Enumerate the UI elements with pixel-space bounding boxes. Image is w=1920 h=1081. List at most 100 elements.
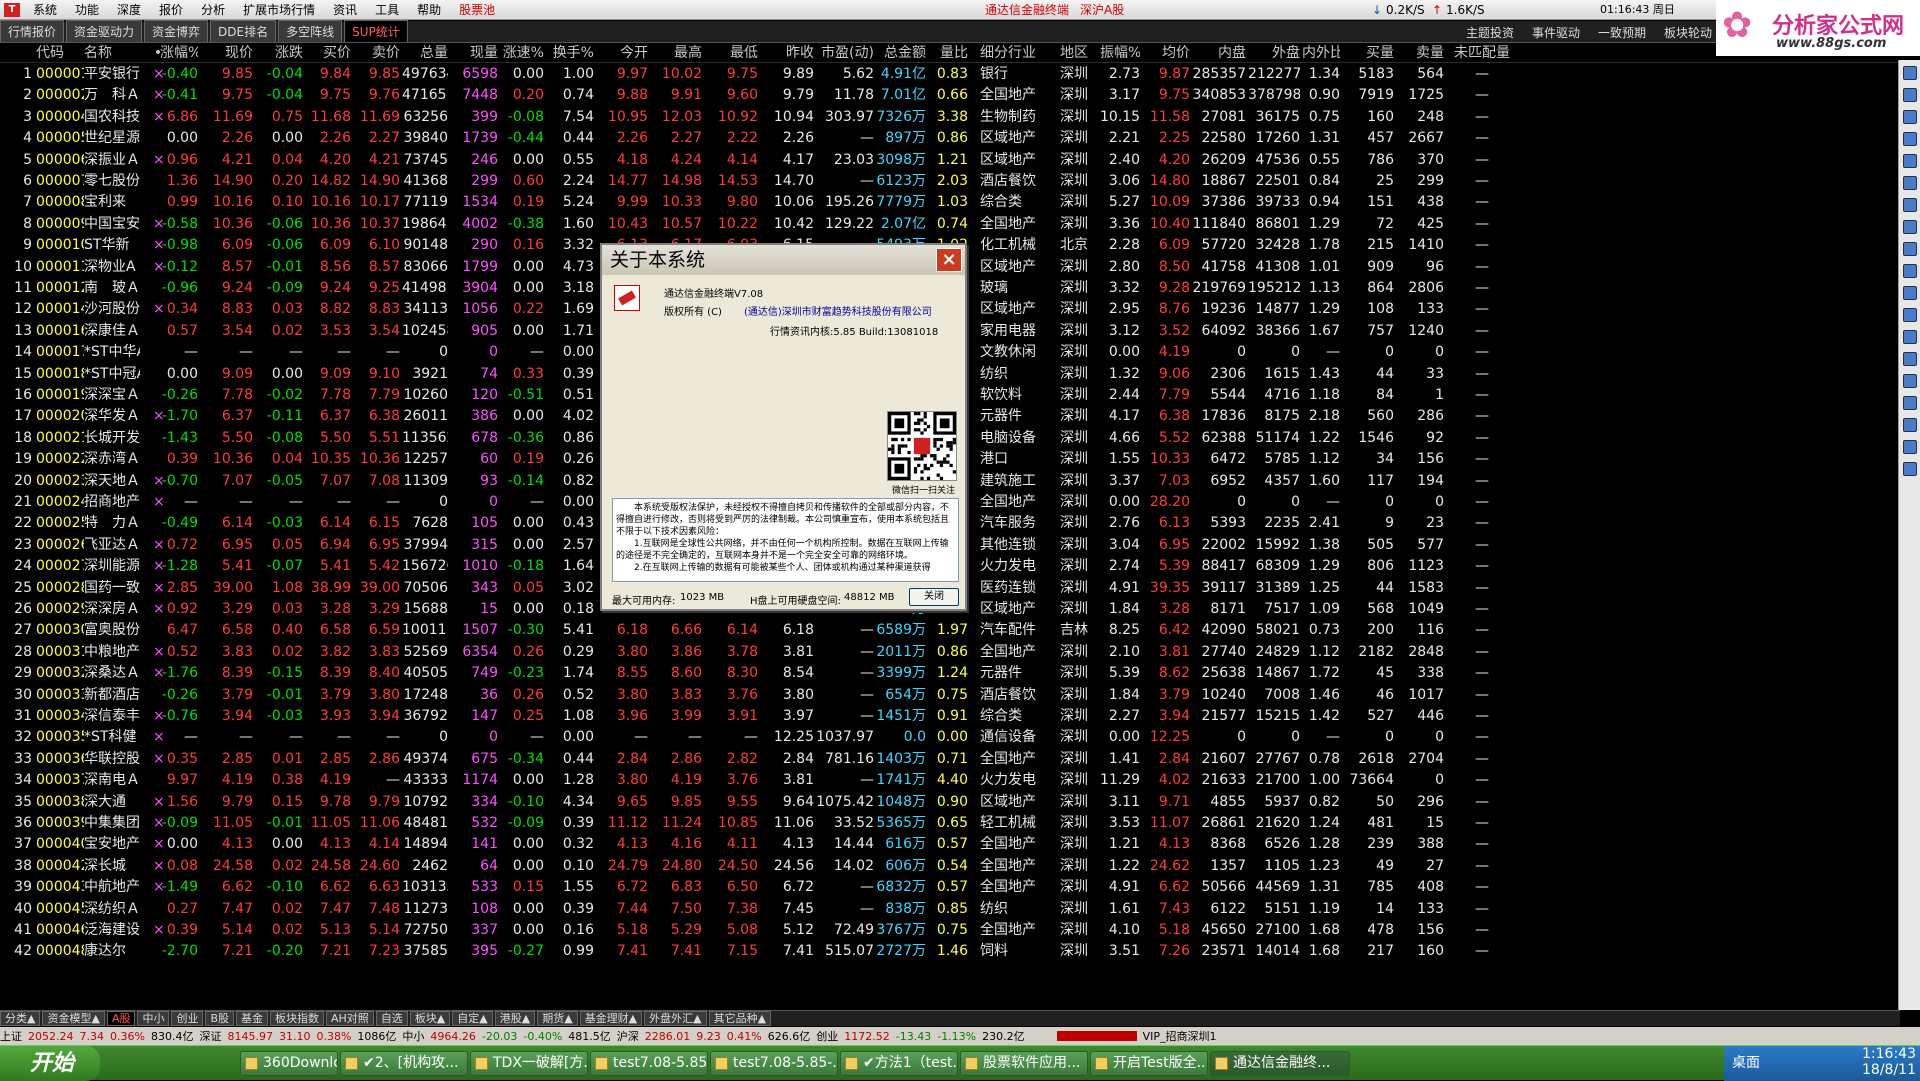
header-price[interactable]: 现价: [200, 43, 253, 63]
table-row[interactable]: 27000030富奥股份 6.47 6.58 0.40 6.58 6.59100111 15…: [0, 619, 1900, 641]
company-name[interactable]: (通达信)深圳市财富趋势科技股份有限公司: [744, 303, 932, 318]
table-row[interactable]: 40000045深纺织Ａ 0.27 7.47 0.02 7.47 7.4811273 108…: [0, 898, 1900, 920]
table-row[interactable]: 7000008宝利来 0.99 10.16 0.10 10.16 10.1777119 15…: [0, 191, 1900, 213]
toolbar-f10-icon[interactable]: [1902, 242, 1917, 256]
menu-system[interactable]: 系统: [24, 0, 66, 20]
table-row[interactable]: 42000048康达尔 -2.70 7.21 -0.20 7.21 7.2337585 39…: [0, 940, 1900, 962]
table-row[interactable]: 32000035*ST科健×—————00—0.00———12.251037.9…: [0, 726, 1900, 748]
market-tab[interactable]: 自选: [375, 1011, 408, 1026]
market-tab[interactable]: 港股▲: [494, 1011, 536, 1026]
market-tab[interactable]: 中小: [137, 1011, 170, 1026]
market-tab[interactable]: AH对照: [326, 1011, 374, 1026]
market-tab[interactable]: 其它品种▲: [708, 1011, 772, 1026]
table-row[interactable]: 37000040宝安地产×0.004.130.004.134.141489414…: [0, 833, 1900, 855]
toolbar-grid-icon[interactable]: [1902, 132, 1917, 146]
toolbar-warn-icon[interactable]: [1902, 264, 1917, 278]
close-icon[interactable]: ×: [936, 248, 962, 272]
table-row[interactable]: 3000004国农科技×6.8611.690.7511.6811.6963256…: [0, 106, 1900, 128]
header-code[interactable]: 代码: [36, 43, 84, 63]
taskbar-window-button[interactable]: ✔2、[机构攻...: [340, 1051, 468, 1076]
market-tab[interactable]: B股: [205, 1011, 235, 1026]
toolbar-calc-icon[interactable]: [1902, 352, 1917, 366]
taskbar-window-button[interactable]: 360Downloads: [240, 1051, 338, 1076]
table-row[interactable]: 4000005世纪星源0.002.260.002.262.27398401739…: [0, 127, 1900, 149]
desktop-label[interactable]: 桌面: [1732, 1052, 1760, 1072]
toolbar-settings-icon[interactable]: [1902, 440, 1917, 454]
menu-function[interactable]: 功能: [66, 0, 108, 20]
taskbar-window-button[interactable]: TDX一破解[方...: [470, 1051, 588, 1076]
header-change[interactable]: 涨跌: [255, 43, 303, 63]
tab-quote[interactable]: 行情报价: [0, 20, 65, 42]
taskbar-window-button[interactable]: test7.08-5.85-...: [590, 1051, 708, 1076]
menu-extended-market[interactable]: 扩展市场行情: [234, 0, 324, 20]
taskbar-window-button[interactable]: ✔方法1（test...: [840, 1051, 958, 1076]
toolbar-up-icon[interactable]: [1902, 66, 1917, 80]
market-tab[interactable]: 期货▲: [537, 1011, 578, 1026]
market-tab[interactable]: 创业: [171, 1011, 204, 1026]
header-amount[interactable]: 总金额: [876, 43, 926, 63]
table-row[interactable]: 35000038深大通×1.569.790.159.789.7910792334…: [0, 791, 1900, 813]
table-row[interactable]: 34000037深南电Ａ9.974.190.384.19—4333311740.…: [0, 769, 1900, 791]
menu-info[interactable]: 资讯: [324, 0, 366, 20]
toolbar-trend-icon[interactable]: [1902, 176, 1917, 190]
header-avg-price[interactable]: 均价: [1142, 43, 1190, 63]
header-name[interactable]: 名称: [84, 43, 140, 63]
header-low[interactable]: 最低: [704, 43, 758, 63]
table-row[interactable]: 1000001平安银行×-0.409.85-0.049.849.85497634…: [0, 63, 1900, 85]
table-row[interactable]: 2000002万 科Ａ×-0.419.75-0.049.759.76471651…: [0, 84, 1900, 106]
menu-stock-pool[interactable]: 股票池: [450, 0, 504, 20]
toolbar-lock-icon[interactable]: [1902, 418, 1917, 432]
tab-event-drive[interactable]: 事件驱动: [1532, 24, 1580, 41]
header-inner-outer-ratio[interactable]: 内外比: [1302, 43, 1340, 63]
taskbar-window-button[interactable]: 通达信金融终...: [1210, 1051, 1350, 1076]
menu-quote[interactable]: 报价: [150, 0, 192, 20]
table-row[interactable]: 30000033新都酒店-0.263.79-0.013.793.80172483…: [0, 684, 1900, 706]
toolbar-export-icon[interactable]: [1902, 374, 1917, 388]
table-row[interactable]: 41000046泛海建设×0.395.140.025.135.147275033…: [0, 919, 1900, 941]
toolbar-list-icon[interactable]: [1902, 308, 1917, 322]
header-open[interactable]: 今开: [596, 43, 648, 63]
toolbar-chart-icon[interactable]: [1902, 110, 1917, 124]
toolbar-bar-icon[interactable]: [1902, 198, 1917, 212]
menu-depth[interactable]: 深度: [108, 0, 150, 20]
table-row[interactable]: 38000042深长城×0.0824.580.0224.5824.6024626…: [0, 855, 1900, 877]
toolbar-print-icon[interactable]: [1902, 396, 1917, 410]
table-row[interactable]: 5000006深振业Ａ×0.964.210.044.204.2173745246…: [0, 149, 1900, 171]
market-tab[interactable]: 基金理财▲: [579, 1011, 643, 1026]
header-pe-ratio[interactable]: 市盈(动): [816, 43, 874, 63]
taskbar-window-button[interactable]: 股票软件应用...: [960, 1051, 1088, 1076]
menu-help[interactable]: 帮助: [408, 0, 450, 20]
header-region[interactable]: 地区: [1060, 43, 1100, 63]
header-turnover-pct[interactable]: 换手%: [546, 43, 594, 63]
table-row[interactable]: 39000043中航地产×-1.496.62-0.106.626.6310313…: [0, 876, 1900, 898]
header-outer-volume[interactable]: 外盘: [1248, 43, 1300, 63]
table-row[interactable]: 8000009中国宝安×-0.5810.36-0.0610.3610.37198…: [0, 213, 1900, 235]
header-prev-close[interactable]: 昨收: [760, 43, 814, 63]
tab-fund-drive[interactable]: 资金驱动力: [66, 20, 143, 42]
header-last-volume[interactable]: 现量: [450, 43, 498, 63]
table-row[interactable]: 36000039中集集团×-0.0911.05-0.0111.0511.0648…: [0, 812, 1900, 834]
header-bid[interactable]: 买价: [305, 43, 351, 63]
header-row-index[interactable]: [0, 43, 32, 63]
market-tab[interactable]: 板块指数: [270, 1011, 325, 1026]
market-tab[interactable]: A股: [106, 1011, 136, 1026]
header-unmatched[interactable]: 未匹配量: [1450, 43, 1514, 63]
market-tab[interactable]: 分类▲: [0, 1011, 41, 1026]
header-ask-volume[interactable]: 卖量: [1396, 43, 1444, 63]
tab-long-short[interactable]: 多空阵线: [278, 20, 343, 42]
table-row[interactable]: 29000032深桑达Ａ×-1.768.39-0.158.398.4040505…: [0, 662, 1900, 684]
tab-theme-invest[interactable]: 主题投资: [1466, 24, 1514, 41]
toolbar-down-icon[interactable]: [1902, 88, 1917, 102]
tab-sector-rotation[interactable]: 板块轮动: [1664, 24, 1712, 41]
header-volume[interactable]: 总量: [402, 43, 448, 63]
table-row[interactable]: 31000034深信泰丰×-0.763.94-0.033.933.9436792…: [0, 705, 1900, 727]
toolbar-search-icon[interactable]: [1902, 286, 1917, 300]
header-amplitude-pct[interactable]: 振幅%: [1100, 43, 1140, 63]
close-button[interactable]: 关闭: [909, 588, 959, 606]
market-tab[interactable]: 板块▲: [409, 1011, 451, 1026]
market-tab[interactable]: 基金: [236, 1011, 269, 1026]
tab-dde-rank[interactable]: DDE排名: [210, 20, 277, 42]
start-button[interactable]: 开始: [0, 1046, 100, 1081]
tab-fund-game[interactable]: 资金博弈: [144, 20, 209, 42]
header-speed-pct[interactable]: 涨速%: [502, 43, 544, 63]
